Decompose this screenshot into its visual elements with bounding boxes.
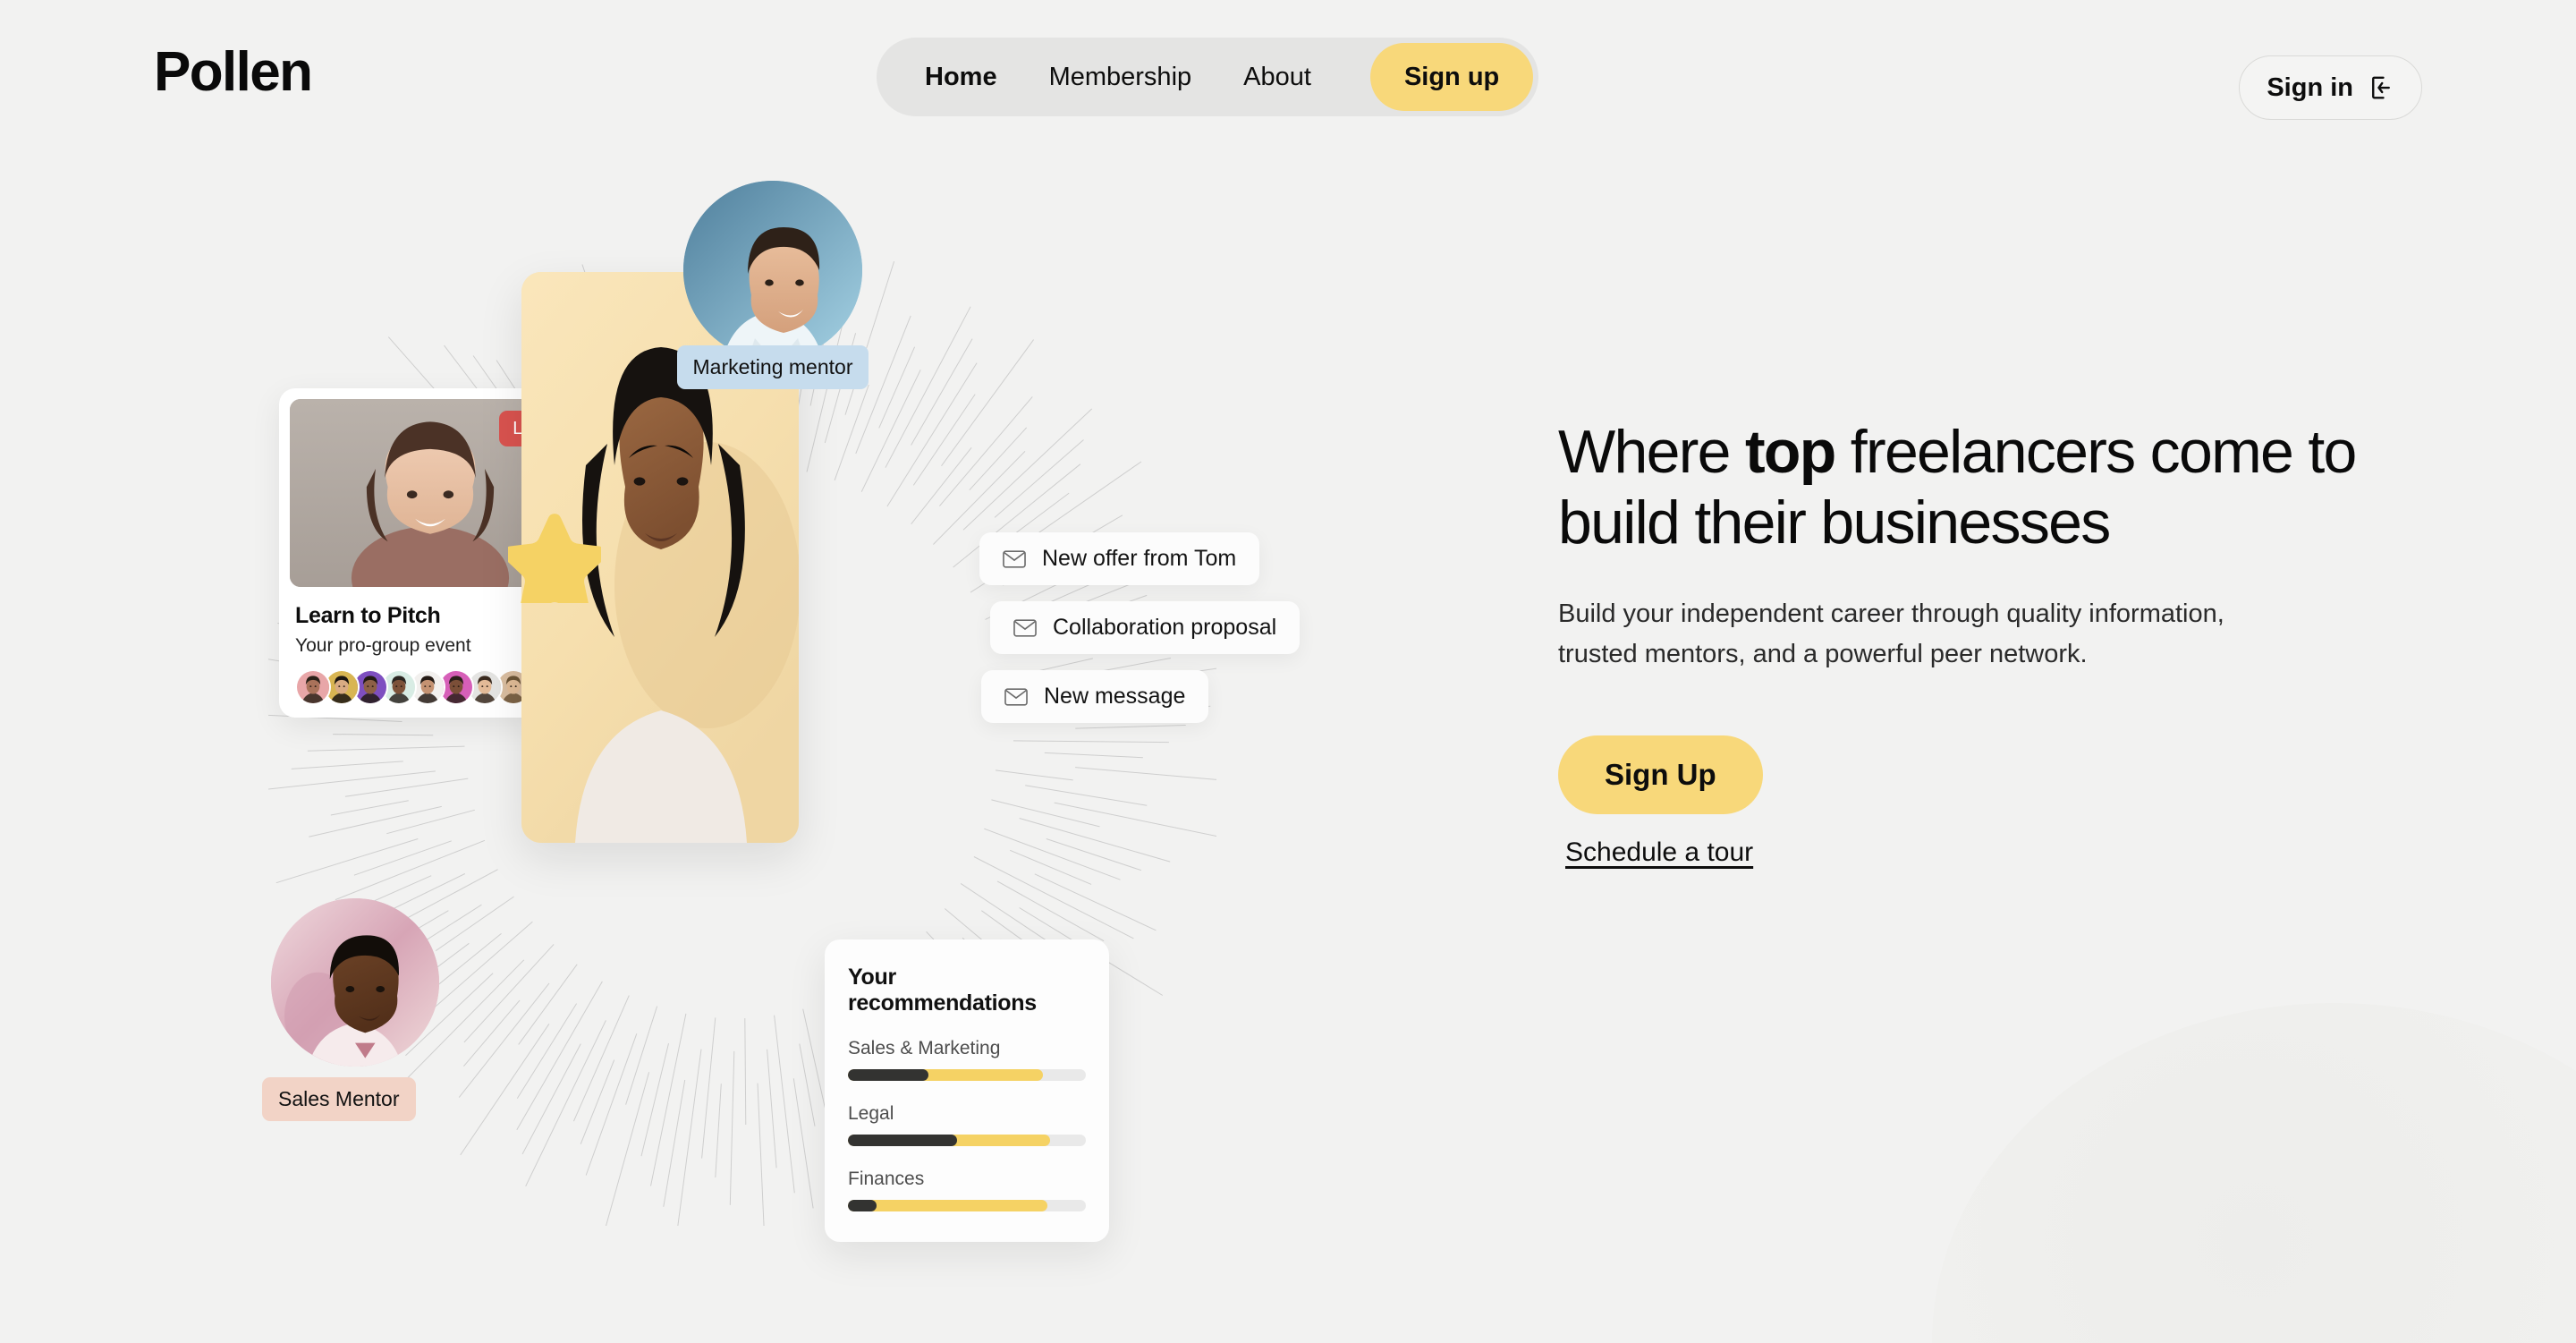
hero-collage: Live Learn to Pitch Your pro-group event bbox=[224, 181, 1342, 1271]
nav-item-home[interactable]: Home bbox=[923, 59, 999, 96]
hero-title: Where top freelancers come to build thei… bbox=[1558, 417, 2381, 558]
background-blob bbox=[1932, 1003, 2576, 1343]
recommendations-card[interactable]: Your recommendations Sales & Marketing Le… bbox=[825, 939, 1109, 1242]
recommendation-progress-bar bbox=[848, 1135, 1086, 1146]
sales-mentor-tag: Sales Mentor bbox=[262, 1077, 416, 1121]
recommendations-rows: Sales & Marketing Legal Finances bbox=[848, 1038, 1086, 1211]
recommendation-progress-bar bbox=[848, 1069, 1086, 1081]
hero-signup-button[interactable]: Sign Up bbox=[1558, 735, 1763, 814]
hero-subtitle: Build your independent career through qu… bbox=[1558, 599, 2224, 668]
notification-item[interactable]: New message bbox=[981, 670, 1209, 723]
recommendation-label: Legal bbox=[848, 1103, 894, 1124]
schedule-a-tour-link[interactable]: Schedule a tour bbox=[1565, 837, 1753, 868]
recommendation-label: Finances bbox=[848, 1169, 925, 1189]
star-icon bbox=[508, 510, 601, 603]
notification-label: New offer from Tom bbox=[1042, 546, 1237, 571]
progress-mid-segment bbox=[848, 1200, 1048, 1211]
sales-mentor-block[interactable]: Sales Mentor bbox=[262, 898, 439, 1121]
nav-item-membership[interactable]: Membership bbox=[1047, 59, 1194, 96]
sales-mentor-avatar bbox=[271, 898, 439, 1067]
recommendation-row: Finances bbox=[848, 1169, 1086, 1211]
nav-item-about[interactable]: About bbox=[1241, 59, 1313, 96]
notifications-stack: New offer from Tom Collaboration proposa… bbox=[979, 532, 1301, 739]
notification-label: Collaboration proposal bbox=[1053, 615, 1277, 640]
brand-logo[interactable]: Pollen bbox=[154, 45, 313, 100]
hero-title-part1: Where bbox=[1558, 418, 1745, 486]
recommendations-title: Your recommendations bbox=[848, 965, 1037, 1016]
hero-page: Pollen Home Membership About Sign up Sig… bbox=[0, 0, 2576, 1343]
recommendation-row: Legal bbox=[848, 1103, 1086, 1146]
marketing-mentor-avatar bbox=[683, 181, 862, 360]
hero-title-emphasis: top bbox=[1744, 418, 1836, 486]
hero-copy: Where top freelancers come to build thei… bbox=[1558, 417, 2381, 868]
progress-dark-segment bbox=[848, 1200, 877, 1211]
attendee-avatar[interactable] bbox=[295, 669, 331, 705]
envelope-icon bbox=[1003, 549, 1026, 568]
envelope-icon bbox=[1013, 618, 1037, 637]
envelope-icon bbox=[1004, 687, 1028, 706]
sign-in-arrow-icon bbox=[2368, 74, 2394, 101]
progress-dark-segment bbox=[848, 1135, 958, 1146]
sign-in-button[interactable]: Sign in bbox=[2239, 55, 2422, 120]
hero-actions: Sign Up Schedule a tour bbox=[1558, 735, 2381, 868]
marketing-mentor-tag-wrap: Marketing mentor bbox=[675, 345, 870, 389]
sales-mentor-tag-wrap: Sales Mentor bbox=[262, 1077, 439, 1121]
marketing-mentor-tag: Marketing mentor bbox=[676, 345, 869, 389]
nav-signup-button[interactable]: Sign up bbox=[1369, 43, 1534, 111]
notification-item[interactable]: Collaboration proposal bbox=[990, 601, 1301, 654]
notification-label: New message bbox=[1044, 684, 1186, 709]
recommendation-progress-bar bbox=[848, 1200, 1086, 1211]
progress-dark-segment bbox=[848, 1069, 929, 1081]
marketing-mentor-block[interactable]: Marketing mentor bbox=[675, 181, 870, 389]
notification-item[interactable]: New offer from Tom bbox=[979, 532, 1260, 585]
primary-navigation: Home Membership About Sign up bbox=[877, 38, 1539, 116]
recommendation-row: Sales & Marketing bbox=[848, 1038, 1086, 1081]
site-header: Pollen Home Membership About Sign up Sig… bbox=[0, 0, 2576, 179]
recommendation-label: Sales & Marketing bbox=[848, 1038, 1001, 1058]
sign-in-label: Sign in bbox=[2267, 72, 2353, 102]
